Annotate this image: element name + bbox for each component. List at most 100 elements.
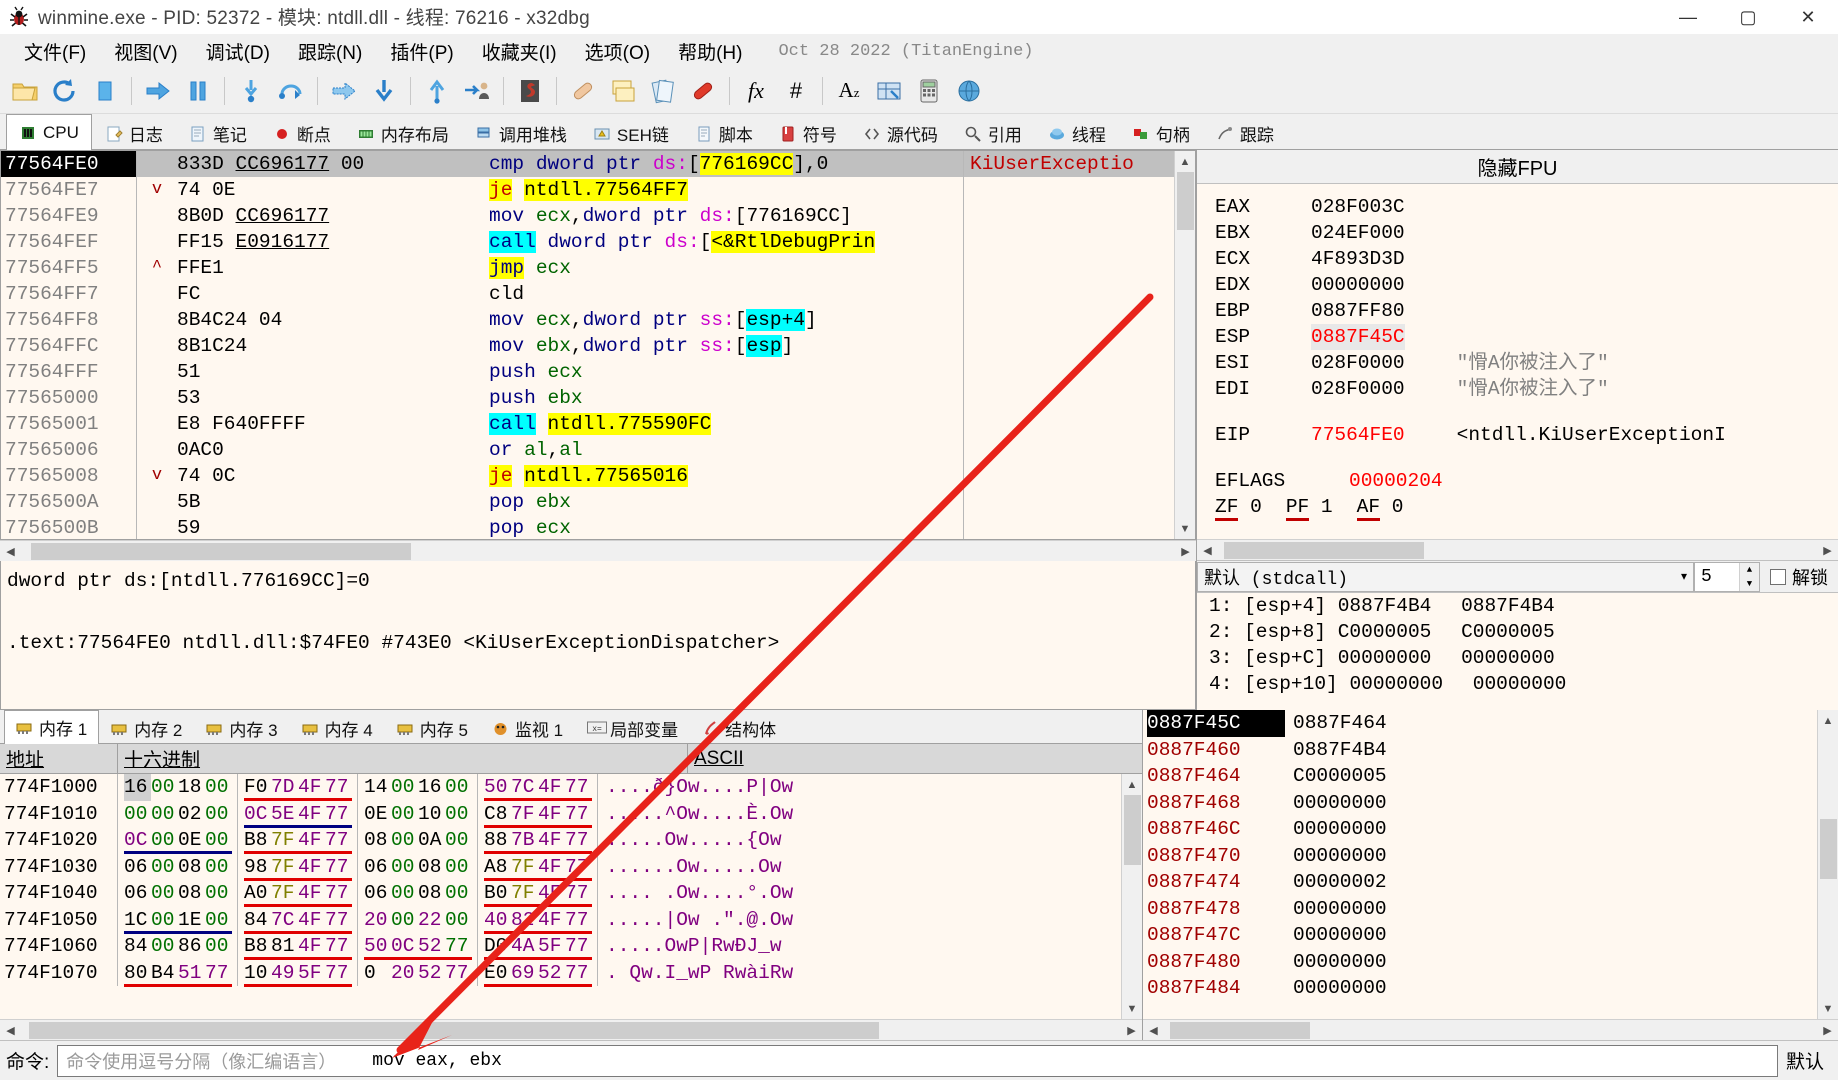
scroll-right-icon[interactable]: ▶	[1817, 540, 1838, 561]
minimize-button[interactable]: —	[1658, 0, 1718, 34]
menu-debug[interactable]: 调试(D)	[192, 35, 284, 68]
globe-icon[interactable]	[950, 72, 988, 110]
register-value[interactable]: 028F0000	[1311, 350, 1405, 376]
dump-row[interactable]: 774F1010 00 00 02 00 0C 5E 4F 77 0E 00 10 00 C8 7F…	[0, 800, 1121, 828]
pause-icon[interactable]	[179, 72, 217, 110]
menu-view[interactable]: 视图(V)	[100, 35, 191, 68]
hscroll-thumb[interactable]	[1224, 541, 1424, 559]
register-value[interactable]: 00000204	[1349, 468, 1443, 494]
dump-panel[interactable]: 774F1000 16 00 18 00 F0 7D 4F 77 14 00 16 00 50 7C…	[0, 774, 1121, 1019]
register-row-edx[interactable]: EDX 00000000	[1215, 272, 1838, 298]
hscroll-thumb[interactable]	[29, 1021, 879, 1039]
stepper-up-icon[interactable]: ▲	[1740, 562, 1759, 577]
disassembly-vscrollbar[interactable]: ▲ ▼	[1174, 151, 1195, 539]
tab-threads[interactable]: 线程	[1035, 117, 1119, 149]
dump-vscrollbar[interactable]: ▲ ▼	[1121, 774, 1142, 1019]
dump-header-ascii[interactable]: ASCII	[688, 744, 1142, 774]
dump-tab-memory-5[interactable]: 内存 5	[385, 713, 480, 743]
menu-options[interactable]: 选项(O)	[571, 35, 664, 68]
dump-row[interactable]: 774F1020 0C 00 0E 00 B8 7F 4F 77 08 00 0A 00 88 7B…	[0, 827, 1121, 854]
scroll-down-icon[interactable]: ▼	[1817, 998, 1838, 1019]
stack-row[interactable]: 0887F460 0887F4B4	[1147, 737, 1817, 764]
menu-favourites[interactable]: 收藏夹(I)	[468, 35, 571, 68]
tab-cpu[interactable]: CPU	[6, 114, 92, 150]
dump-row[interactable]: 774F1030 06 00 08 00 98 7F 4F 77 06 00 08 00 A8 7F…	[0, 853, 1121, 881]
tab-symbols[interactable]: 符号	[766, 117, 850, 149]
register-row-eip[interactable]: EIP 77564FE0 <ntdll.KiUserExceptionI	[1215, 422, 1838, 448]
step-into-icon[interactable]	[232, 72, 270, 110]
dump-tab-memory-3[interactable]: 内存 3	[194, 713, 289, 743]
vscroll-track[interactable]	[1121, 795, 1142, 998]
function-icon[interactable]: fx	[737, 72, 775, 110]
stack-row[interactable]: 0887F45C 0887F464	[1147, 710, 1817, 737]
open-file-icon[interactable]	[6, 72, 44, 110]
register-row-ebp[interactable]: EBP 0887FF80	[1215, 298, 1838, 324]
run-icon[interactable]	[139, 72, 177, 110]
stack-row[interactable]: 0887F46C 00000000	[1147, 816, 1817, 843]
calling-convention-select[interactable]: 默认 (stdcall) ▾	[1197, 561, 1694, 592]
tab-script[interactable]: 脚本	[682, 117, 766, 149]
vscroll-track[interactable]	[1174, 172, 1195, 518]
stack-row[interactable]: 0887F474 00000002	[1147, 869, 1817, 896]
dump-tab-watch-1[interactable]: 监视 1	[480, 713, 575, 743]
tab-log[interactable]: 日志	[92, 117, 176, 149]
log-icon[interactable]	[604, 72, 642, 110]
dump-row[interactable]: 774F1000 16 00 18 00 F0 7D 4F 77 14 00 16 00 50 7C…	[0, 774, 1121, 801]
stack-vscrollbar[interactable]: ▲ ▼	[1817, 710, 1838, 1019]
argument-row[interactable]: 4: [esp+10] 00000000 00000000	[1209, 671, 1838, 697]
scroll-down-icon[interactable]: ▼	[1121, 998, 1142, 1019]
menu-help[interactable]: 帮助(H)	[664, 35, 756, 68]
hscroll-track[interactable]	[21, 1020, 1121, 1041]
disassembly-panel[interactable]: 77564FE0 833D CC696177 00 cmp dword ptr …	[0, 150, 1196, 540]
register-row-ecx[interactable]: ECX 4F893D3D	[1215, 246, 1838, 272]
menu-file[interactable]: 文件(F)	[10, 35, 100, 68]
tab-seh[interactable]: SEH链	[580, 117, 682, 149]
dump-tab-memory-1[interactable]: 内存 1	[4, 710, 100, 744]
flag-pf[interactable]: PF 1	[1285, 494, 1333, 521]
hscroll-track[interactable]	[21, 541, 1175, 562]
breakpoints-icon[interactable]	[684, 72, 722, 110]
flag-zf[interactable]: ZF 0	[1215, 494, 1262, 521]
dump-row[interactable]: 774F1040 06 00 08 00 A0 7F 4F 77 06 00 08 00 B0 7F…	[0, 880, 1121, 907]
chevron-down-icon[interactable]: ▾	[1681, 569, 1687, 584]
dump-row[interactable]: 774F1050 1C 00 1E 00 84 7C 4F 77 20 00 22 00 40 82…	[0, 906, 1121, 934]
dump-tab-memory-4[interactable]: 内存 4	[290, 713, 385, 743]
scroll-left-icon[interactable]: ◀	[0, 1020, 21, 1041]
tab-breakpoints[interactable]: 断点	[260, 117, 344, 149]
maximize-button[interactable]: ▢	[1718, 0, 1778, 34]
restart-icon[interactable]	[46, 72, 84, 110]
tab-source[interactable]: 源代码	[850, 117, 951, 149]
scroll-left-icon[interactable]: ◀	[1143, 1020, 1164, 1041]
register-value[interactable]: 0887FF80	[1311, 298, 1405, 324]
argument-row[interactable]: 2: [esp+8] C0000005 C0000005	[1209, 619, 1838, 645]
dump-tab-memory-2[interactable]: 内存 2	[99, 713, 194, 743]
register-row-eflags[interactable]: EFLAGS 00000204	[1215, 468, 1838, 494]
register-value[interactable]: 77564FE0	[1311, 422, 1405, 448]
register-value[interactable]: 00000000	[1311, 272, 1405, 298]
scroll-left-icon[interactable]: ◀	[1197, 540, 1218, 561]
hash-icon[interactable]: #	[777, 72, 815, 110]
registers-panel[interactable]: EAX 028F003C EBX 024EF000 ECX 4F893D3D E…	[1197, 184, 1838, 539]
vscroll-thumb[interactable]	[1123, 795, 1141, 865]
register-value[interactable]: 028F003C	[1311, 194, 1405, 220]
tab-references[interactable]: 引用	[951, 117, 1035, 149]
font-icon[interactable]: Az	[830, 72, 868, 110]
hscroll-track[interactable]	[1218, 540, 1817, 561]
menu-trace[interactable]: 跟踪(N)	[284, 35, 376, 68]
register-row-esi[interactable]: ESI 028F0000 "愲A你被注入了"	[1215, 350, 1838, 376]
register-row-esp[interactable]: ESP 0887F45C	[1215, 324, 1838, 350]
tab-call-stack[interactable]: 调用堆栈	[462, 117, 580, 149]
stack-row[interactable]: 0887F484 00000000	[1147, 975, 1817, 1002]
disassembly-hscrollbar[interactable]: ◀ ▶	[0, 540, 1196, 561]
stack-row[interactable]: 0887F478 00000000	[1147, 896, 1817, 923]
register-value[interactable]: 024EF000	[1311, 220, 1405, 246]
scroll-up-icon[interactable]: ▲	[1174, 151, 1195, 172]
menu-plugins[interactable]: 插件(P)	[376, 35, 467, 68]
register-value[interactable]: 4F893D3D	[1311, 246, 1405, 272]
arguments-panel[interactable]: 1: [esp+4] 0887F4B4 0887F4B4 2: [esp+8] …	[1197, 592, 1838, 710]
tab-trace[interactable]: 跟踪	[1203, 117, 1287, 149]
scroll-right-icon[interactable]: ▶	[1175, 541, 1196, 562]
dump-tab-locals[interactable]: x= 局部变量	[575, 713, 690, 743]
calculator-icon[interactable]	[910, 72, 948, 110]
register-row-ebx[interactable]: EBX 024EF000	[1215, 220, 1838, 246]
